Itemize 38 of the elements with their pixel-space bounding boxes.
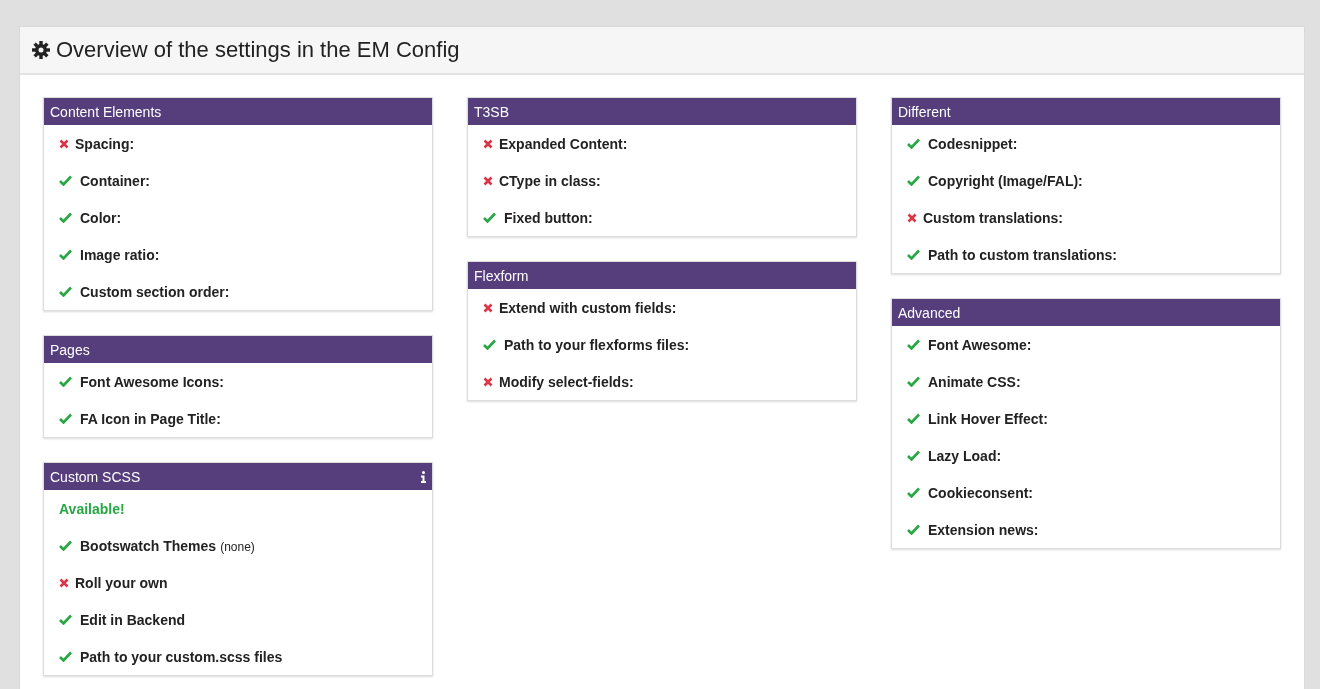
setting-label: Codesnippet: <box>928 135 1018 152</box>
setting-label: Font Awesome Icons: <box>80 373 224 390</box>
panel-title: Advanced <box>898 304 961 321</box>
setting-label: Expanded Content: <box>499 135 628 152</box>
panel-title: Content Elements <box>50 103 162 120</box>
setting-label: Extend with custom fields: <box>499 299 677 316</box>
setting-label: Spacing: <box>75 135 135 152</box>
setting-label: CType in class: <box>499 172 601 189</box>
setting-label: Custom translations: <box>923 209 1063 226</box>
info-icon[interactable] <box>421 470 426 483</box>
panel-title: Pages <box>50 341 90 358</box>
setting-label: Extension news: <box>928 521 1039 538</box>
setting-label: FA Icon in Page Title: <box>80 410 221 427</box>
settings-icon <box>32 41 50 59</box>
setting-label: Lazy Load: <box>928 447 1002 464</box>
setting-label: Modify select-fields: <box>499 373 634 390</box>
panel-title: Flexform <box>474 267 529 284</box>
page-title: Overview of the settings in the EM Config <box>56 37 460 63</box>
panel-title: T3SB <box>474 103 509 120</box>
setting-label: Image ratio: <box>80 246 160 263</box>
setting-label: Animate CSS: <box>928 373 1021 390</box>
setting-label: Link Hover Effect: <box>928 410 1048 427</box>
setting-label: Copyright (Image/FAL): <box>928 172 1083 189</box>
setting-label: Cookieconsent: <box>928 484 1033 501</box>
setting-label: Roll your own <box>75 574 168 591</box>
setting-label: Custom section order: <box>80 283 230 300</box>
setting-label: Path to your custom.scss files <box>80 648 283 665</box>
setting-label: Container: <box>80 172 150 189</box>
setting-label: Color: <box>80 209 122 226</box>
setting-label: Path to your flexforms files: <box>504 336 690 353</box>
setting-label: Path to custom translations: <box>928 246 1118 263</box>
setting-label: Fixed button: <box>504 209 593 226</box>
setting-label: Font Awesome: <box>928 336 1032 353</box>
status-text: Available! <box>59 500 125 517</box>
panel-title: Different <box>898 103 951 120</box>
setting-label: Edit in Backend <box>80 611 186 628</box>
setting-label: Bootswatch Themes (none) <box>80 537 255 554</box>
panel-title: Custom SCSS <box>50 468 141 485</box>
